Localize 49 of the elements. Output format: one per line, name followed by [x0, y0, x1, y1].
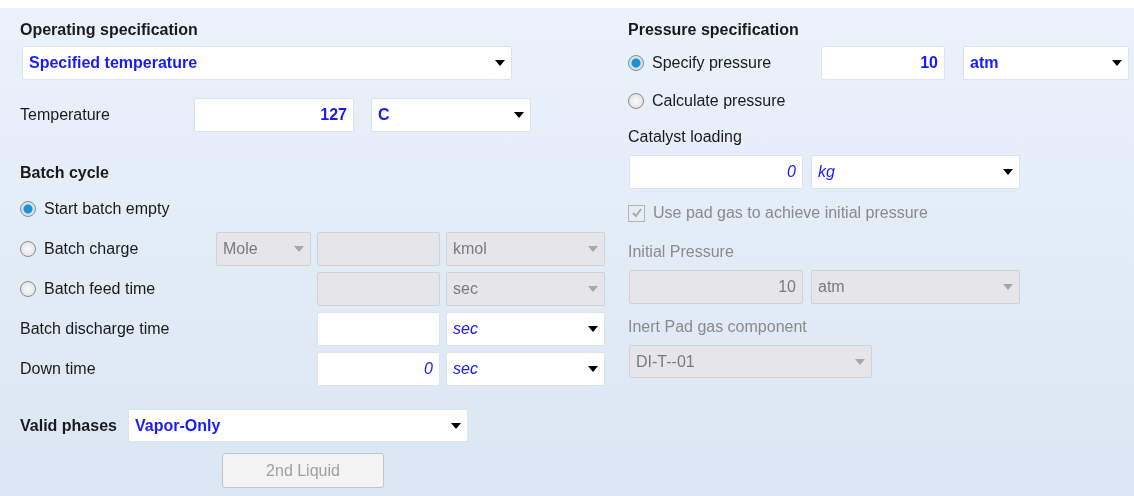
input-field[interactable]: [317, 271, 440, 306]
dropdown[interactable]: sec: [446, 271, 605, 306]
field-label: Down time: [20, 359, 96, 377]
caret-icon: [1003, 169, 1013, 175]
dropdown[interactable]: atm: [963, 46, 1129, 80]
caret-icon: [294, 245, 304, 252]
dropdown[interactable]: Vapor-Only: [128, 409, 468, 442]
caret-icon: [1112, 60, 1122, 66]
radio-label: Calculate pressure: [652, 92, 786, 110]
caret-icon: [588, 245, 598, 252]
caret-icon: [495, 60, 505, 66]
caret-icon: [1003, 284, 1013, 290]
input-field[interactable]: 0: [629, 155, 803, 189]
radio-label: Start batch empty: [44, 199, 170, 218]
field-label: Valid phases: [20, 416, 118, 435]
radio-button[interactable]: [20, 240, 36, 257]
radio-button[interactable]: [20, 200, 36, 217]
radio-label: Specify pressure: [652, 54, 772, 72]
input-field[interactable]: 10: [821, 46, 945, 80]
section-heading: Batch cycle: [20, 163, 110, 183]
caret-icon: [588, 365, 598, 372]
dropdown[interactable]: kg: [811, 155, 1020, 189]
field-label: Inert Pad gas component: [628, 318, 807, 336]
dropdown[interactable]: C: [371, 98, 531, 132]
dropdown[interactable]: kmol: [446, 231, 605, 266]
radio-button[interactable]: [628, 55, 644, 71]
dropdown[interactable]: sec: [446, 351, 605, 386]
caret-icon: [588, 285, 598, 292]
field-label: Batch discharge time: [20, 319, 170, 337]
caret-icon: [451, 422, 461, 429]
caret-icon: [514, 112, 524, 118]
section-heading: Pressure specification: [628, 20, 800, 40]
field-label: Initial Pressure: [628, 243, 734, 261]
field-label: Temperature: [20, 106, 111, 124]
checkbox-label: Use pad gas to achieve initial pressure: [653, 204, 928, 222]
input-field[interactable]: 0: [317, 351, 440, 386]
field-label: Catalyst loading: [628, 128, 742, 146]
radio-label: Batch charge: [44, 239, 139, 258]
caret-icon: [855, 358, 865, 365]
section-heading: Operating specification: [20, 20, 199, 40]
dropdown[interactable]: sec: [446, 311, 605, 346]
dropdown[interactable]: Specified temperature: [22, 46, 512, 80]
input-field[interactable]: 127: [194, 98, 354, 132]
input-field[interactable]: [317, 231, 440, 266]
caret-icon: [588, 325, 598, 332]
radio-button[interactable]: [20, 280, 36, 297]
input-field[interactable]: [317, 311, 440, 346]
radio-button[interactable]: [628, 93, 644, 109]
radio-label: Batch feed time: [44, 279, 156, 298]
